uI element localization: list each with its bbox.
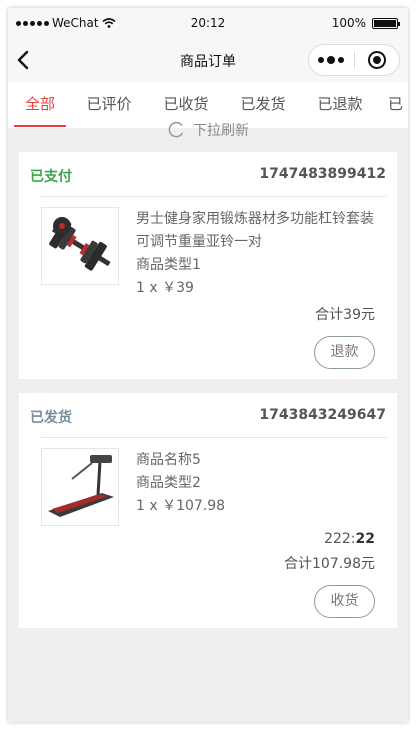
order-number: 1743843249647 bbox=[259, 407, 386, 423]
order-header: 已发货 1743843249647 bbox=[19, 393, 397, 437]
battery-icon bbox=[372, 17, 400, 29]
refresh-text: 下拉刷新 bbox=[193, 123, 249, 139]
order-card[interactable]: 已发货 1743843249647 商品名称5 商品类型2 1 x ￥107.9… bbox=[19, 393, 397, 628]
order-status: 已支付 bbox=[30, 169, 72, 185]
product-title: 商品名称5 bbox=[136, 452, 201, 468]
order-total: 合计39元 bbox=[315, 307, 375, 323]
order-status: 已发货 bbox=[30, 410, 72, 426]
extra-attribute: 222:22 bbox=[324, 531, 375, 547]
status-bar: WeChat 20:12 100% bbox=[8, 8, 408, 38]
nav-bar: 商品订单 bbox=[8, 38, 408, 82]
dumbbell-product-image[interactable] bbox=[41, 207, 119, 285]
battery-area: 100% bbox=[331, 16, 400, 30]
treadmill-product-image[interactable] bbox=[41, 448, 119, 526]
product-title: 男士健身家用锻炼器材多功能杠铃套装可调节重量亚铃一对 bbox=[136, 211, 374, 250]
order-number: 1747483899412 bbox=[259, 166, 386, 182]
order-header: 已支付 1747483899412 bbox=[19, 152, 397, 196]
phone-screen: WeChat 20:12 100% 商品订单 全部 已评价 已收货 已发货 已退… bbox=[8, 8, 408, 722]
battery-percent: 100% bbox=[331, 16, 366, 30]
extra-attribute-value: 22 bbox=[355, 531, 375, 547]
pull-refresh-hint: 下拉刷新 bbox=[8, 120, 408, 140]
more-icon[interactable] bbox=[309, 45, 354, 75]
product-info: 男士健身家用锻炼器材多功能杠铃套装可调节重量亚铃一对 商品类型1 1 x ￥39 bbox=[136, 208, 381, 300]
quantity-price: 1 x ￥39 bbox=[136, 280, 194, 296]
divider bbox=[41, 437, 387, 438]
product-type: 商品类型1 bbox=[136, 257, 201, 273]
extra-attribute-key: 222: bbox=[324, 531, 356, 547]
close-miniprogram-icon[interactable] bbox=[354, 45, 399, 75]
confirm-receipt-button[interactable]: 收货 bbox=[314, 585, 375, 618]
refund-button[interactable]: 退款 bbox=[314, 336, 375, 369]
quantity-price: 1 x ￥107.98 bbox=[136, 498, 226, 514]
miniprogram-capsule bbox=[308, 44, 400, 76]
order-card[interactable]: 已支付 1747483899412 男士健身家用锻炼器材多功能杠铃套装可调节重量… bbox=[19, 152, 397, 379]
loading-icon bbox=[168, 121, 184, 138]
product-info: 商品名称5 商品类型2 1 x ￥107.98 bbox=[136, 449, 381, 518]
product-type: 商品类型2 bbox=[136, 475, 201, 491]
order-total: 合计107.98元 bbox=[284, 556, 375, 572]
divider bbox=[41, 196, 387, 197]
